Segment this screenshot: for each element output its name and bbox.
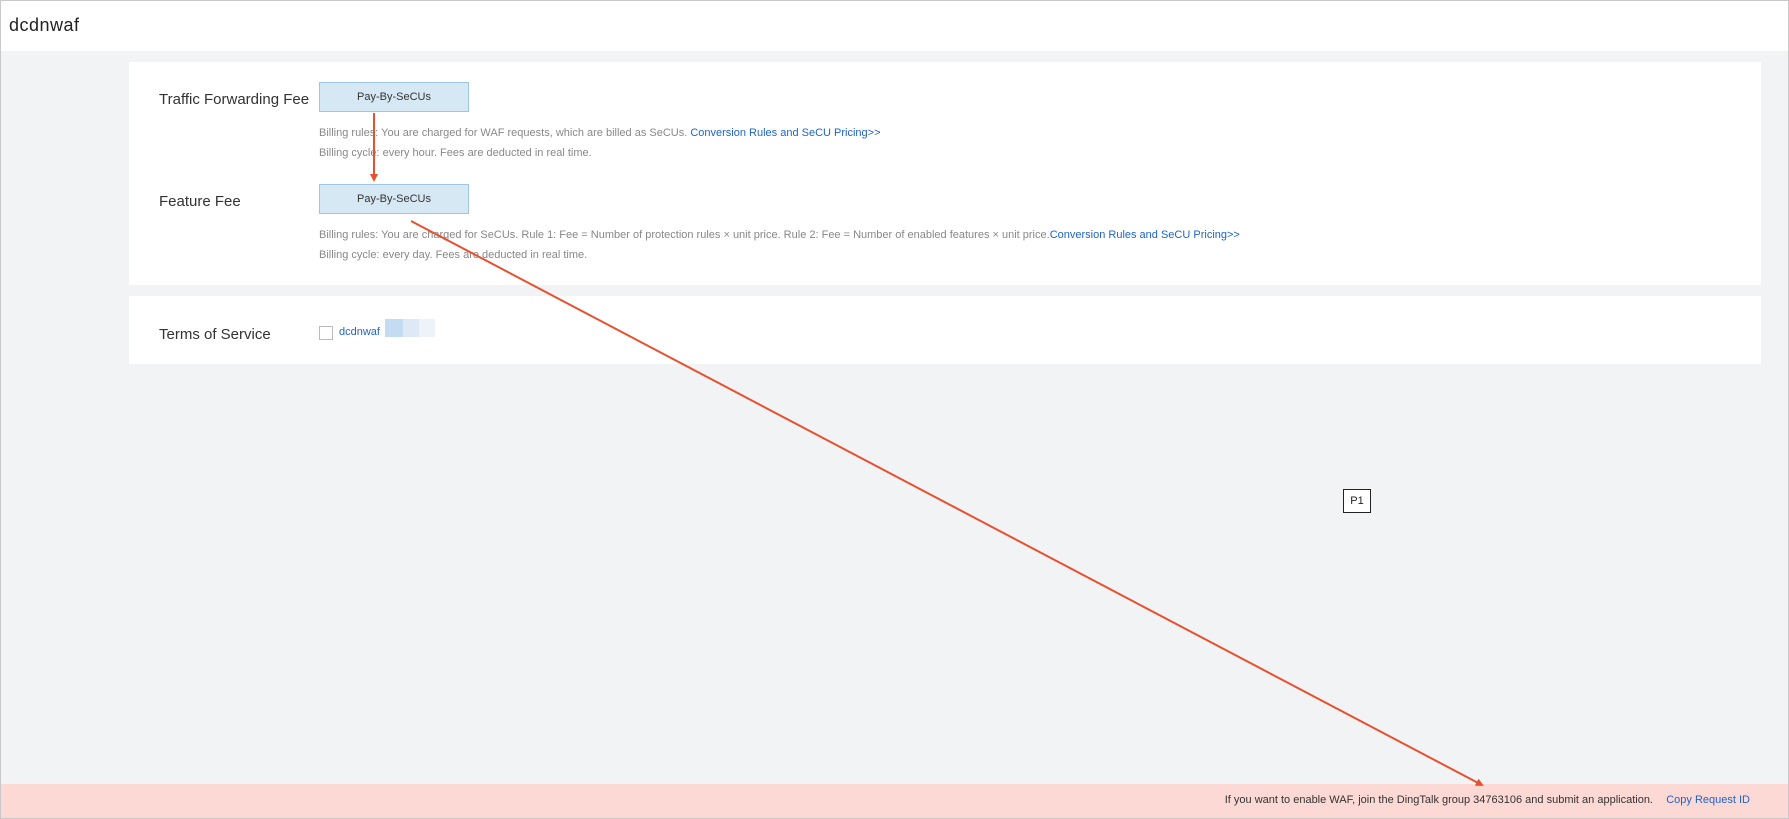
feature-billing-cycle: Billing cycle: every day. Fees are deduc… xyxy=(319,249,588,261)
traffic-forwarding-fee-label: Traffic Forwarding Fee xyxy=(159,91,310,108)
terms-section: Terms of Service dcdnwaf xyxy=(129,296,1761,364)
redacted-block xyxy=(403,319,419,337)
header-bar: dcdnwaf xyxy=(1,1,1788,51)
feature-billing-rules: Billing rules: You are charged for SeCUs… xyxy=(319,229,1240,241)
feature-billing-rules-text: Billing rules: You are charged for SeCUs… xyxy=(319,229,1050,241)
notice-bar: If you want to enable WAF, join the Ding… xyxy=(1,784,1788,818)
traffic-billing-rules-text: Billing rules: You are charged for WAF r… xyxy=(319,127,688,139)
billing-section: Traffic Forwarding Fee Pay-By-SeCUs Bill… xyxy=(129,62,1761,285)
terms-agreement-link[interactable]: dcdnwaf xyxy=(339,326,380,338)
terms-of-service-label: Terms of Service xyxy=(159,326,271,343)
traffic-pay-by-secus-button[interactable]: Pay-By-SeCUs xyxy=(319,82,469,112)
copy-request-id-link[interactable]: Copy Request ID xyxy=(1666,794,1750,806)
notice-message: If you want to enable WAF, join the Ding… xyxy=(1224,794,1653,806)
annotation-marker-p1: P1 xyxy=(1343,489,1371,513)
traffic-billing-rules: Billing rules: You are charged for WAF r… xyxy=(319,127,881,139)
redacted-block xyxy=(419,319,435,337)
redacted-block xyxy=(385,319,403,337)
feature-fee-label: Feature Fee xyxy=(159,193,241,210)
feature-pay-by-secus-button[interactable]: Pay-By-SeCUs xyxy=(319,184,469,214)
app-window: dcdnwaf Traffic Forwarding Fee Pay-By-Se… xyxy=(0,0,1789,819)
traffic-billing-cycle: Billing cycle: every hour. Fees are dedu… xyxy=(319,147,592,159)
traffic-pricing-link[interactable]: Conversion Rules and SeCU Pricing>> xyxy=(690,127,880,139)
feature-pricing-link[interactable]: Conversion Rules and SeCU Pricing>> xyxy=(1050,229,1240,241)
terms-checkbox[interactable] xyxy=(319,326,333,340)
page-title: dcdnwaf xyxy=(9,15,80,35)
